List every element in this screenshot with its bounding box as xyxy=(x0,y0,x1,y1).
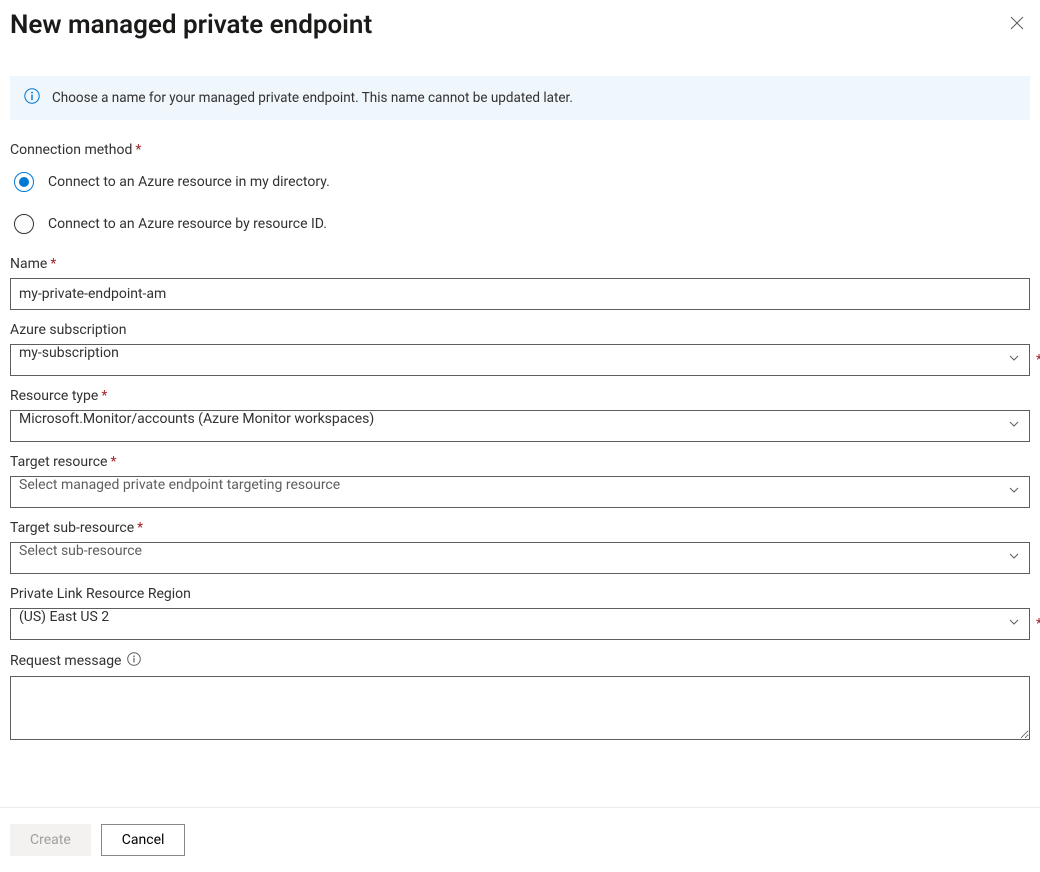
required-indicator: * xyxy=(1036,352,1040,368)
resource-type-select[interactable]: Microsoft.Monitor/accounts (Azure Monito… xyxy=(10,410,1030,442)
required-indicator: * xyxy=(1036,616,1040,632)
close-button[interactable] xyxy=(1004,10,1030,40)
radio-label: Connect to an Azure resource by resource… xyxy=(48,216,327,232)
name-label: Name* xyxy=(10,256,1030,272)
panel-title: New managed private endpoint xyxy=(10,10,372,40)
name-input[interactable] xyxy=(10,278,1030,310)
request-message-label: Request message xyxy=(10,652,1030,670)
region-label: Private Link Resource Region xyxy=(10,586,1030,602)
region-select[interactable]: (US) East US 2 xyxy=(10,608,1030,640)
subscription-label: Azure subscription xyxy=(10,322,1030,338)
target-resource-select[interactable]: Select managed private endpoint targetin… xyxy=(10,476,1030,508)
info-icon[interactable] xyxy=(127,652,141,670)
target-sub-resource-label: Target sub-resource* xyxy=(10,520,1030,536)
radio-label: Connect to an Azure resource in my direc… xyxy=(48,174,330,190)
request-message-textarea[interactable] xyxy=(10,676,1030,740)
create-button[interactable]: Create xyxy=(10,824,91,856)
panel-header: New managed private endpoint xyxy=(10,8,1030,40)
subscription-select[interactable]: my-subscription xyxy=(10,344,1030,376)
radio-connect-resource-id[interactable]: Connect to an Azure resource by resource… xyxy=(10,214,1030,234)
radio-connect-directory[interactable]: Connect to an Azure resource in my direc… xyxy=(10,172,1030,192)
connection-method-label: Connection method* xyxy=(10,142,1030,158)
radio-icon xyxy=(14,214,34,234)
resource-type-label: Resource type* xyxy=(10,388,1030,404)
connection-method-radio-group: Connect to an Azure resource in my direc… xyxy=(10,172,1030,234)
info-banner-text: Choose a name for your managed private e… xyxy=(52,90,573,106)
radio-icon xyxy=(14,172,34,192)
info-banner: Choose a name for your managed private e… xyxy=(10,76,1030,120)
target-resource-label: Target resource* xyxy=(10,454,1030,470)
cancel-button[interactable]: Cancel xyxy=(101,824,186,856)
info-icon xyxy=(24,88,40,108)
target-sub-resource-select[interactable]: Select sub-resource xyxy=(10,542,1030,574)
panel-footer: Create Cancel xyxy=(0,807,1040,872)
close-icon xyxy=(1010,16,1024,34)
